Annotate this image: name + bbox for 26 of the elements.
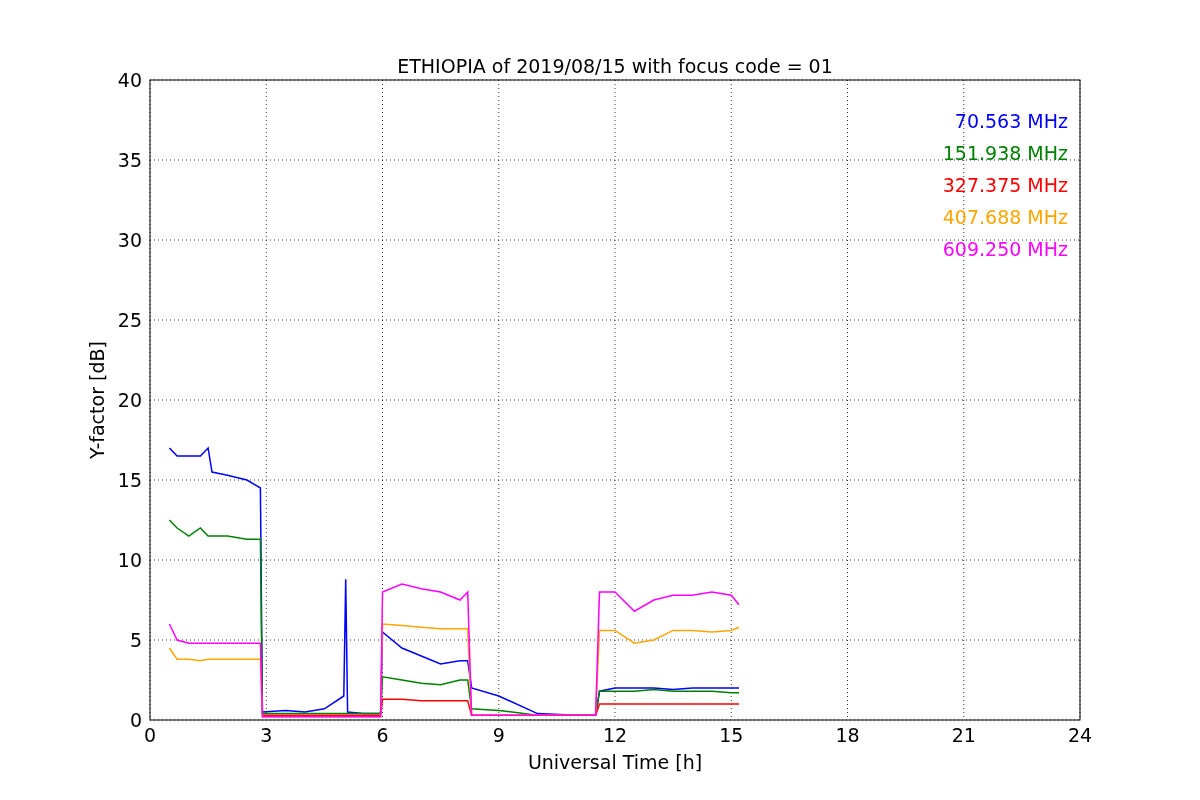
y-tick-label: 40 (117, 69, 142, 91)
y-tick-label: 30 (117, 229, 142, 251)
y-tick-label: 0 (129, 709, 142, 731)
x-tick-label: 15 (719, 724, 744, 746)
legend-label: 327.375 MHz (942, 174, 1068, 196)
y-tick-label: 5 (129, 629, 142, 651)
x-tick-label: 3 (260, 724, 273, 746)
x-tick-label: 6 (376, 724, 389, 746)
x-tick-label: 9 (492, 724, 505, 746)
x-tick-label: 21 (951, 724, 976, 746)
legend-label: 407.688 MHz (942, 206, 1068, 228)
chart-title: ETHIOPIA of 2019/08/15 with focus code = 01 (397, 55, 833, 77)
y-tick-label: 10 (117, 549, 142, 571)
y-tick-label: 15 (117, 469, 142, 491)
y-axis-label: Y-factor [dB] (86, 341, 108, 459)
x-tick-label: 18 (835, 724, 860, 746)
legend-label: 609.250 MHz (942, 238, 1068, 260)
legend-label: 151.938 MHz (942, 142, 1068, 164)
y-tick-label: 25 (117, 309, 142, 331)
y-tick-label: 35 (117, 149, 142, 171)
x-tick-label: 12 (602, 724, 628, 746)
x-tick-label: 24 (1067, 724, 1093, 746)
x-axis-label: Universal Time [h] (527, 751, 703, 773)
legend-label: 70.563 MHz (954, 110, 1068, 132)
x-tick-label: 0 (143, 724, 157, 746)
y-tick-label: 20 (117, 389, 142, 411)
